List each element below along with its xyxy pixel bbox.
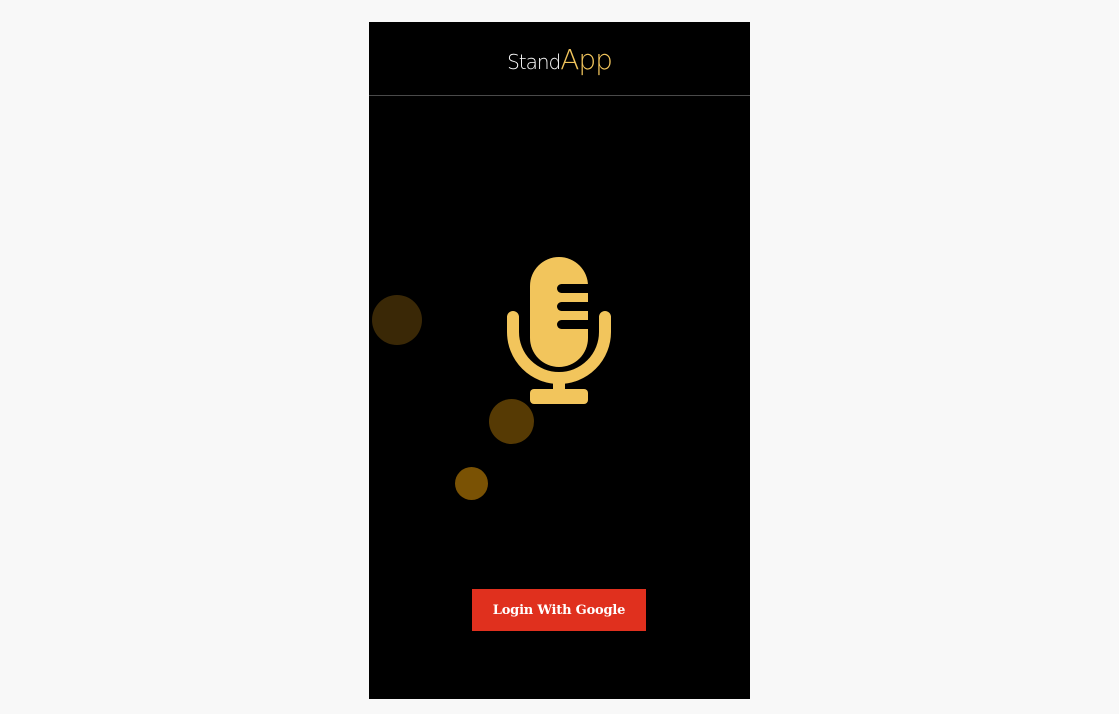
decorative-dot xyxy=(455,467,488,500)
microphone-icon xyxy=(507,257,611,404)
logo-text-app: App xyxy=(560,43,613,76)
app-header: Stand App xyxy=(369,22,750,96)
app-screen: Stand App Login With Google xyxy=(369,22,750,699)
decorative-dot xyxy=(372,295,422,345)
app-logo: Stand App xyxy=(507,43,613,76)
login-with-google-button[interactable]: Login With Google xyxy=(472,589,646,631)
logo-text-stand: Stand xyxy=(507,50,561,74)
